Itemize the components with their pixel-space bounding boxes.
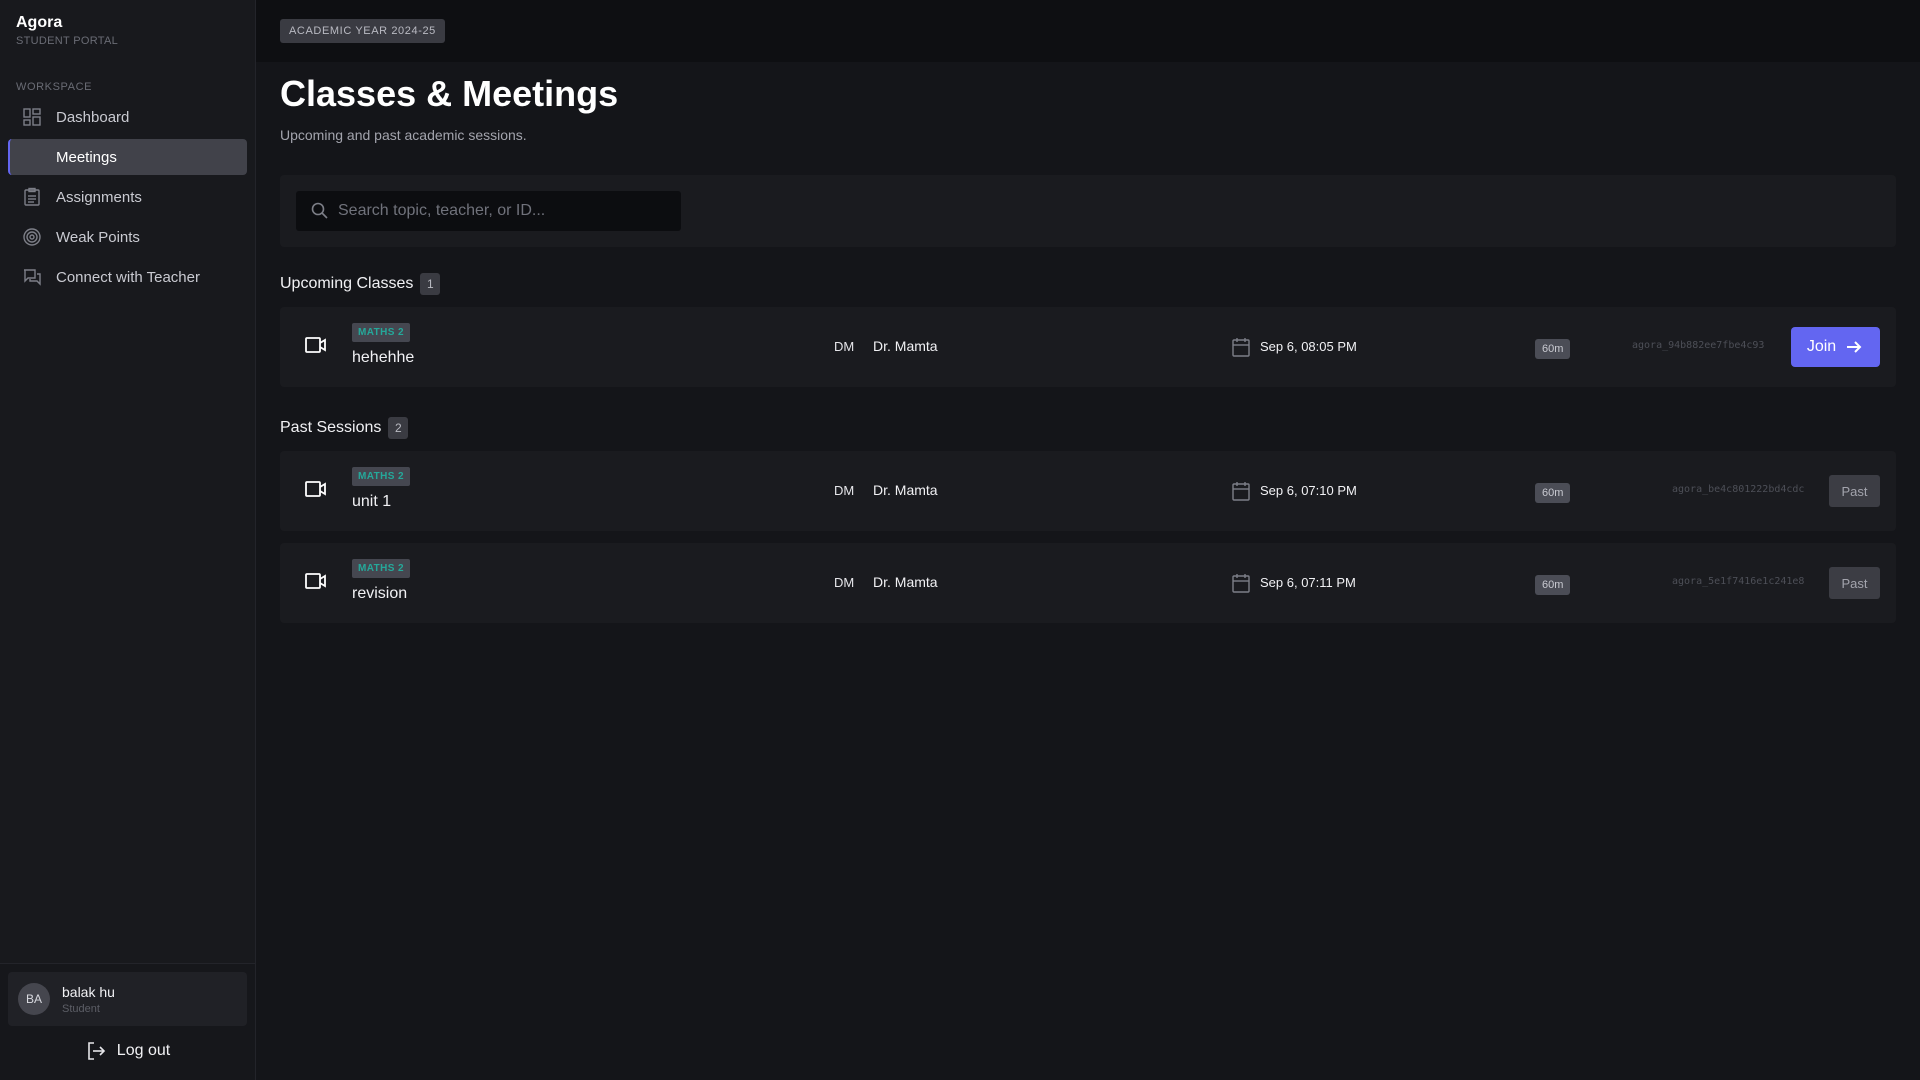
- past-title: Past Sessions: [280, 419, 382, 437]
- upcoming-count-badge: 1: [420, 273, 441, 296]
- subject-tag: MATHS 2: [352, 467, 410, 487]
- sidebar-item-connect-teacher[interactable]: Connect with Teacher: [8, 259, 247, 295]
- duration-badge: 60m: [1535, 575, 1571, 596]
- topbar: ACADEMIC YEAR 2024-25: [256, 0, 1920, 62]
- dashboard-icon: [22, 107, 42, 127]
- user-card[interactable]: BA balak hu Student: [8, 972, 247, 1026]
- session-title: hehehhe: [352, 349, 415, 367]
- duration-badge: 60m: [1535, 339, 1571, 360]
- user-role: Student: [62, 1002, 100, 1015]
- user-meta: balak hu Student: [62, 984, 115, 1015]
- sidebar-item-dashboard[interactable]: Dashboard: [8, 99, 247, 135]
- app-root: Agora STUDENT PORTAL WORKSPACE Dashboard…: [0, 0, 1920, 1080]
- video-camera-icon: [304, 477, 328, 501]
- brand-subtitle: STUDENT PORTAL: [16, 35, 118, 47]
- video-camera-icon: [304, 333, 328, 357]
- page-subtitle: Upcoming and past academic sessions.: [280, 127, 527, 144]
- page-title: Classes & Meetings: [280, 73, 619, 114]
- calendar-icon: [1230, 572, 1252, 594]
- past-count-badge: 2: [388, 417, 409, 440]
- calendar-icon: [1230, 336, 1252, 358]
- user-name: balak hu: [62, 983, 115, 1000]
- subject-tag: MATHS 2: [352, 559, 410, 579]
- content: Classes & Meetings Upcoming and past aca…: [256, 62, 1920, 624]
- subject-tag: MATHS 2: [352, 323, 410, 343]
- duration-badge: 60m: [1535, 483, 1571, 504]
- join-label: Join: [1806, 338, 1837, 356]
- session-row-upcoming-0[interactable]: MATHS 2 hehehhe DM Dr. Mamta Sep 6, 08:0…: [280, 307, 1896, 388]
- sidebar-footer: BA balak hu Student Log out: [0, 963, 255, 1080]
- join-button[interactable]: Join: [1791, 327, 1880, 368]
- target-icon: [22, 227, 42, 247]
- sidebar-item-label: Dashboard: [56, 108, 130, 126]
- sidebar-item-weak-points[interactable]: Weak Points: [8, 219, 247, 255]
- main-content: ACADEMIC YEAR 2024-25 Classes & Meetings…: [256, 0, 1920, 1080]
- sidebar-item-label: Meetings: [56, 148, 117, 166]
- arrow-right-icon: [1847, 341, 1862, 353]
- sidebar: Agora STUDENT PORTAL WORKSPACE Dashboard…: [0, 0, 256, 1080]
- session-datetime: Sep 6, 07:10 PM: [1260, 483, 1357, 499]
- past-status-button[interactable]: Past: [1829, 475, 1880, 508]
- past-section-header: Past Sessions 2: [280, 417, 1896, 440]
- sidebar-item-label: Assignments: [56, 188, 142, 206]
- calendar-icon: [1230, 480, 1252, 502]
- academic-year-badge: ACADEMIC YEAR 2024-25: [280, 19, 445, 43]
- teacher-name: Dr. Mamta: [873, 482, 938, 499]
- session-title: revision: [352, 585, 408, 603]
- meetings-icon-placeholder: [22, 147, 42, 167]
- clipboard-icon: [22, 187, 42, 207]
- search-icon: [311, 202, 328, 219]
- teacher-name: Dr. Mamta: [873, 338, 938, 355]
- logout-icon: [87, 1042, 105, 1060]
- search-panel: [280, 175, 1896, 248]
- teacher-initials: DM: [834, 339, 855, 355]
- session-row-past-1[interactable]: MATHS 2 revision DM Dr. Mamta Sep 6, 07:…: [280, 543, 1896, 624]
- meeting-id: agora_94b882ee7fbe4c93: [1632, 340, 1765, 352]
- search-box[interactable]: [296, 191, 681, 232]
- video-camera-icon: [304, 569, 328, 593]
- workspace-label: WORKSPACE: [16, 81, 93, 93]
- teacher-initials: DM: [834, 575, 855, 591]
- sidebar-item-meetings[interactable]: Meetings: [8, 139, 247, 175]
- sidebar-item-label: Connect with Teacher: [56, 268, 200, 286]
- meeting-id: agora_be4c801222bd4cdc: [1672, 484, 1805, 496]
- sidebar-item-assignments[interactable]: Assignments: [8, 179, 247, 215]
- session-datetime: Sep 6, 07:11 PM: [1260, 575, 1356, 591]
- logout-label: Log out: [116, 1042, 171, 1059]
- avatar: BA: [18, 983, 50, 1015]
- brand: Agora STUDENT PORTAL: [0, 0, 255, 47]
- chat-icon: [22, 267, 42, 287]
- session-datetime: Sep 6, 08:05 PM: [1260, 339, 1357, 355]
- upcoming-section-header: Upcoming Classes 1: [280, 273, 1896, 296]
- search-input[interactable]: [338, 202, 668, 221]
- session-title: unit 1: [352, 493, 392, 511]
- teacher-initials: DM: [834, 483, 855, 499]
- past-status-button[interactable]: Past: [1829, 567, 1880, 600]
- meeting-id: agora_5e1f7416e1c241e8: [1672, 576, 1805, 588]
- session-row-past-0[interactable]: MATHS 2 unit 1 DM Dr. Mamta Sep 6, 07:10…: [280, 451, 1896, 532]
- teacher-name: Dr. Mamta: [873, 574, 938, 591]
- brand-name: Agora: [16, 14, 63, 31]
- upcoming-title: Upcoming Classes: [280, 275, 414, 293]
- sidebar-item-label: Weak Points: [56, 228, 140, 246]
- logout-button[interactable]: Log out: [8, 1032, 247, 1070]
